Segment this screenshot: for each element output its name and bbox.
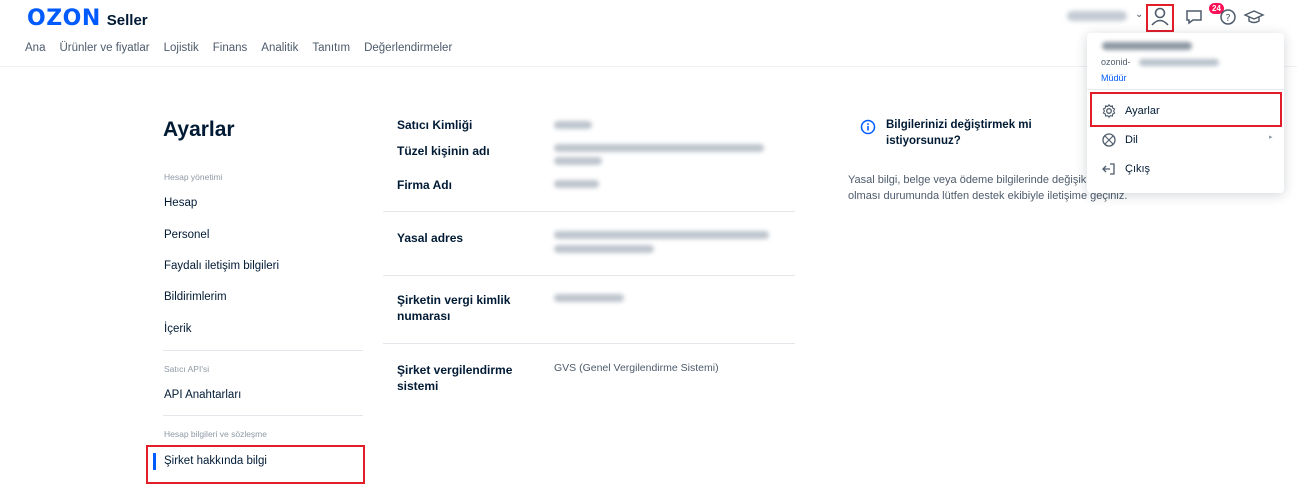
field-divider — [383, 343, 795, 344]
nav-item-reviews[interactable]: Değerlendirmeler — [364, 42, 452, 54]
menu-item-language[interactable]: Dil — [1101, 132, 1138, 148]
sidebar-divider — [163, 415, 363, 416]
logout-icon — [1102, 163, 1115, 175]
svg-text:?: ? — [1225, 13, 1230, 24]
nav-item-products[interactable]: Ürünler ve fiyatlar — [59, 42, 149, 54]
user-role[interactable]: Müdür — [1101, 73, 1127, 83]
sidebar-item-contacts[interactable]: Faydalı iletişim bilgileri — [164, 260, 279, 272]
field-value-blurred — [554, 231, 769, 239]
ozon-seller-logo[interactable]: OZON Seller — [27, 6, 148, 31]
menu-item-logout-label: Çıkış — [1125, 163, 1151, 175]
help-icon[interactable]: ? — [1217, 6, 1239, 28]
main-nav: Ana Ürünler ve fiyatlar Lojistik Finans … — [25, 42, 452, 54]
nav-item-finance[interactable]: Finans — [213, 42, 248, 54]
education-icon[interactable] — [1243, 6, 1265, 28]
user-name-blurred — [1102, 42, 1192, 50]
info-text: Yasal bilgi, belge veya ödeme bilgilerin… — [848, 174, 1128, 202]
field-label-tax-id: Şirketin vergi kimlik numarası — [397, 293, 511, 323]
sidebar-item-notifications[interactable]: Bildirimlerim — [164, 291, 227, 303]
dropdown-divider — [1087, 89, 1284, 90]
field-value-tax-system: GVS (Genel Vergilendirme Sistemi) — [554, 362, 719, 374]
field-divider — [383, 211, 795, 212]
sidebar-item-personel[interactable]: Personel — [164, 229, 209, 241]
field-divider — [383, 275, 795, 276]
chat-icon[interactable] — [1183, 6, 1205, 28]
settings-highlight — [1090, 92, 1282, 127]
nav-item-logistics[interactable]: Lojistik — [164, 42, 199, 54]
sidebar-item-api-keys[interactable]: API Anahtarları — [164, 389, 241, 401]
sidebar-item-hesap[interactable]: Hesap — [164, 197, 197, 209]
header-actions: ⌄ 24 ? — [1057, 3, 1297, 32]
page-title: Ayarlar — [163, 118, 235, 141]
nav-item-promotion[interactable]: Tanıtım — [312, 42, 350, 54]
info-icon — [860, 119, 876, 135]
field-value-blurred — [554, 121, 592, 129]
field-label-firm-name: Firma Adı — [397, 178, 452, 192]
field-value-blurred — [554, 294, 624, 302]
sidebar-item-company-info[interactable]: Şirket hakkında bilgi — [164, 455, 267, 467]
chevron-down-icon[interactable]: ⌄ — [1135, 9, 1143, 20]
ozon-id-blurred — [1139, 59, 1219, 66]
field-label-tax-system: Şirket vergilendirme sistemi — [397, 363, 513, 393]
logo-product: Seller — [106, 12, 148, 29]
section-label-api: Satıcı API'si — [164, 364, 210, 374]
nav-item-ana[interactable]: Ana — [25, 42, 45, 54]
ozon-id-label: ozonid- — [1101, 57, 1131, 67]
sidebar-divider — [163, 350, 363, 351]
section-label-company: Hesap bilgileri ve sözleşme — [164, 429, 267, 439]
field-value-blurred — [554, 144, 764, 152]
field-label-legal-name: Tüzel kişinin adı — [397, 144, 490, 158]
menu-item-logout[interactable]: Çıkış — [1101, 161, 1150, 177]
globe-icon — [1102, 133, 1116, 147]
field-label-legal-address: Yasal adres — [397, 231, 464, 245]
active-indicator — [153, 453, 156, 470]
profile-icon[interactable] — [1149, 6, 1171, 28]
info-title: Bilgilerinizi değiştirmek mi istiyorsunu… — [886, 119, 1032, 147]
field-label-seller-id: Satıcı Kimliği — [397, 118, 473, 132]
store-name-blurred[interactable] — [1067, 11, 1127, 21]
logo-brand: OZON — [27, 6, 101, 31]
field-value-blurred — [554, 180, 599, 188]
nav-item-analytics[interactable]: Analitik — [261, 42, 298, 54]
page: OZON Seller Ana Ürünler ve fiyatlar Loji… — [0, 0, 1297, 486]
menu-item-language-label: Dil — [1125, 134, 1138, 146]
field-value-blurred — [554, 157, 602, 165]
section-label-account: Hesap yönetimi — [164, 172, 223, 182]
field-value-blurred — [554, 245, 654, 253]
sidebar-item-content[interactable]: İçerik — [164, 323, 191, 335]
chevron-right-icon: ▸ — [1269, 134, 1273, 141]
